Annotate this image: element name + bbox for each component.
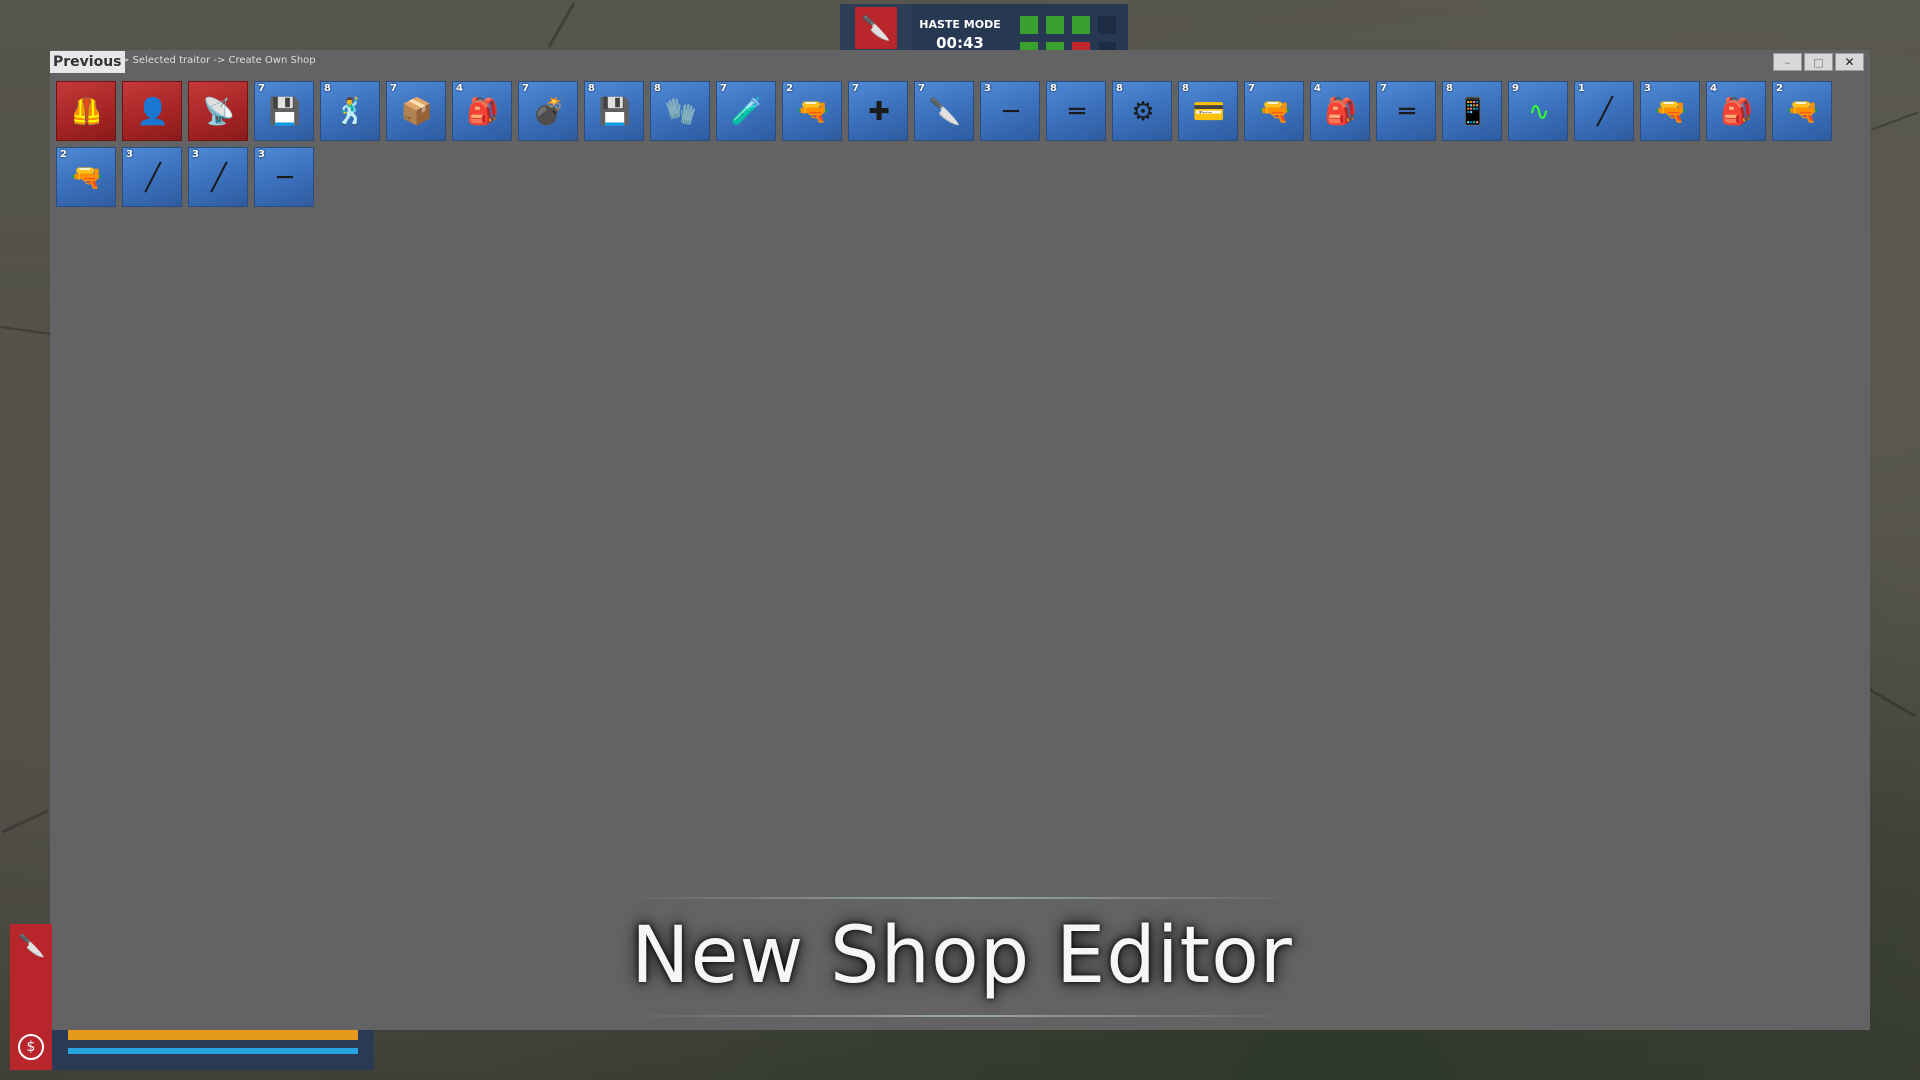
watermark-text: New Shop Editor	[631, 911, 1293, 1001]
item-count-badge: 2	[786, 83, 793, 94]
mode-label: HASTE MODE	[919, 18, 1001, 31]
item-count-badge: 4	[456, 83, 463, 94]
item-count-badge: 2	[1776, 83, 1783, 94]
shop-item[interactable]: 👤	[122, 81, 182, 141]
maximize-button[interactable]: □	[1804, 53, 1833, 71]
shop-item[interactable]: 🕺 8	[320, 81, 380, 141]
item-count-badge: 7	[918, 83, 925, 94]
item-count-badge: 7	[258, 83, 265, 94]
watermark-divider-bottom	[624, 1015, 1300, 1017]
item-count-badge: 4	[1314, 83, 1321, 94]
shop-item[interactable]: ╱ 3	[122, 147, 182, 207]
mode-panel: HASTE MODE 00:43	[912, 4, 1008, 52]
shop-item[interactable]: 🔫 2	[56, 147, 116, 207]
shop-item[interactable]: 📱 8	[1442, 81, 1502, 141]
shop-item[interactable]: ╱ 1	[1574, 81, 1634, 141]
shop-item[interactable]: 💳 8	[1178, 81, 1238, 141]
item-count-badge: 8	[1116, 83, 1123, 94]
shop-item[interactable]: 🔫 2	[1772, 81, 1832, 141]
item-count-badge: 9	[1512, 83, 1519, 94]
player-status-grid	[1008, 4, 1128, 60]
shop-item[interactable]: 🔫 7	[1244, 81, 1304, 141]
close-button[interactable]: ✕	[1835, 53, 1864, 71]
shop-item[interactable]: 🔫 3	[1640, 81, 1700, 141]
window-controls: – □ ✕	[1773, 53, 1864, 71]
status-square	[1072, 16, 1090, 34]
shop-item[interactable]: ═ 8	[1046, 81, 1106, 141]
dollar-icon: $	[18, 1034, 44, 1060]
knife-icon: 🔪	[855, 7, 897, 49]
item-count-badge: 7	[720, 83, 727, 94]
shop-item[interactable]: 🦺	[56, 81, 116, 141]
shop-item[interactable]: 📦 7	[386, 81, 446, 141]
watermark-divider-top	[624, 897, 1300, 899]
shop-item[interactable]: 🎒 4	[1706, 81, 1766, 141]
item-count-badge: 7	[1248, 83, 1255, 94]
shop-item[interactable]: 🔪 7	[914, 81, 974, 141]
health-hud	[52, 1030, 374, 1070]
shop-item[interactable]: ╱ 3	[188, 147, 248, 207]
item-count-badge: 3	[258, 149, 265, 160]
watermark: New Shop Editor	[624, 897, 1300, 1017]
minimize-icon: –	[1784, 55, 1791, 69]
shop-item[interactable]: ✚ 7	[848, 81, 908, 141]
item-count-badge: 4	[1710, 83, 1717, 94]
shop-item[interactable]: 🧤 8	[650, 81, 710, 141]
shop-item[interactable]: 🔫 2	[782, 81, 842, 141]
maximize-icon: □	[1813, 55, 1824, 69]
disguise-icon: 👤	[136, 97, 170, 127]
item-count-badge: 8	[654, 83, 661, 94]
armor-bar	[68, 1048, 358, 1054]
item-count-badge: 7	[390, 83, 397, 94]
title-bar: Previous > Selected traitor -> Create Ow…	[50, 50, 1870, 74]
close-icon: ✕	[1844, 55, 1855, 69]
item-count-badge: 7	[1380, 83, 1387, 94]
shop-editor-window: Previous > Selected traitor -> Create Ow…	[50, 50, 1870, 1030]
item-count-badge: 3	[1644, 83, 1651, 94]
previous-button[interactable]: Previous	[50, 51, 125, 73]
shop-item[interactable]: 💣 7	[518, 81, 578, 141]
item-count-badge: 8	[1446, 83, 1453, 94]
shop-item[interactable]: ─ 3	[980, 81, 1040, 141]
shop-item[interactable]: 💾 7	[254, 81, 314, 141]
item-count-badge: 3	[192, 149, 199, 160]
item-count-badge: 1	[1578, 83, 1585, 94]
item-count-badge: 7	[852, 83, 859, 94]
shop-item[interactable]: 🧪 7	[716, 81, 776, 141]
item-count-badge: 3	[984, 83, 991, 94]
role-hud: 🔪 $	[10, 924, 52, 1070]
breadcrumb: > Selected traitor -> Create Own Shop	[121, 55, 316, 66]
radar-icon: 📡	[202, 97, 236, 127]
item-count-badge: 2	[60, 149, 67, 160]
vest-icon: 🦺	[70, 97, 104, 127]
shop-item[interactable]: 📡	[188, 81, 248, 141]
shop-item[interactable]: 🎒 4	[452, 81, 512, 141]
shop-item[interactable]: ⚙ 8	[1112, 81, 1172, 141]
knife-icon: 🔪	[18, 934, 46, 959]
item-count-badge: 3	[126, 149, 133, 160]
status-square	[1020, 16, 1038, 34]
round-status-hud: 🔪 HASTE MODE 00:43	[840, 4, 1130, 60]
shop-item[interactable]: 🎒 4	[1310, 81, 1370, 141]
health-bar	[68, 1030, 358, 1040]
item-count-badge: 7	[522, 83, 529, 94]
minimize-button[interactable]: –	[1773, 53, 1802, 71]
status-square	[1046, 16, 1064, 34]
item-count-badge: 8	[1050, 83, 1057, 94]
item-count-badge: 8	[324, 83, 331, 94]
shop-item[interactable]: ─ 3	[254, 147, 314, 207]
shop-item[interactable]: ∿ 9	[1508, 81, 1568, 141]
status-square	[1098, 16, 1116, 34]
shop-item[interactable]: ═ 7	[1376, 81, 1436, 141]
item-count-badge: 8	[588, 83, 595, 94]
shop-item[interactable]: 💾 8	[584, 81, 644, 141]
role-indicator: 🔪	[840, 4, 912, 52]
item-count-badge: 8	[1182, 83, 1189, 94]
